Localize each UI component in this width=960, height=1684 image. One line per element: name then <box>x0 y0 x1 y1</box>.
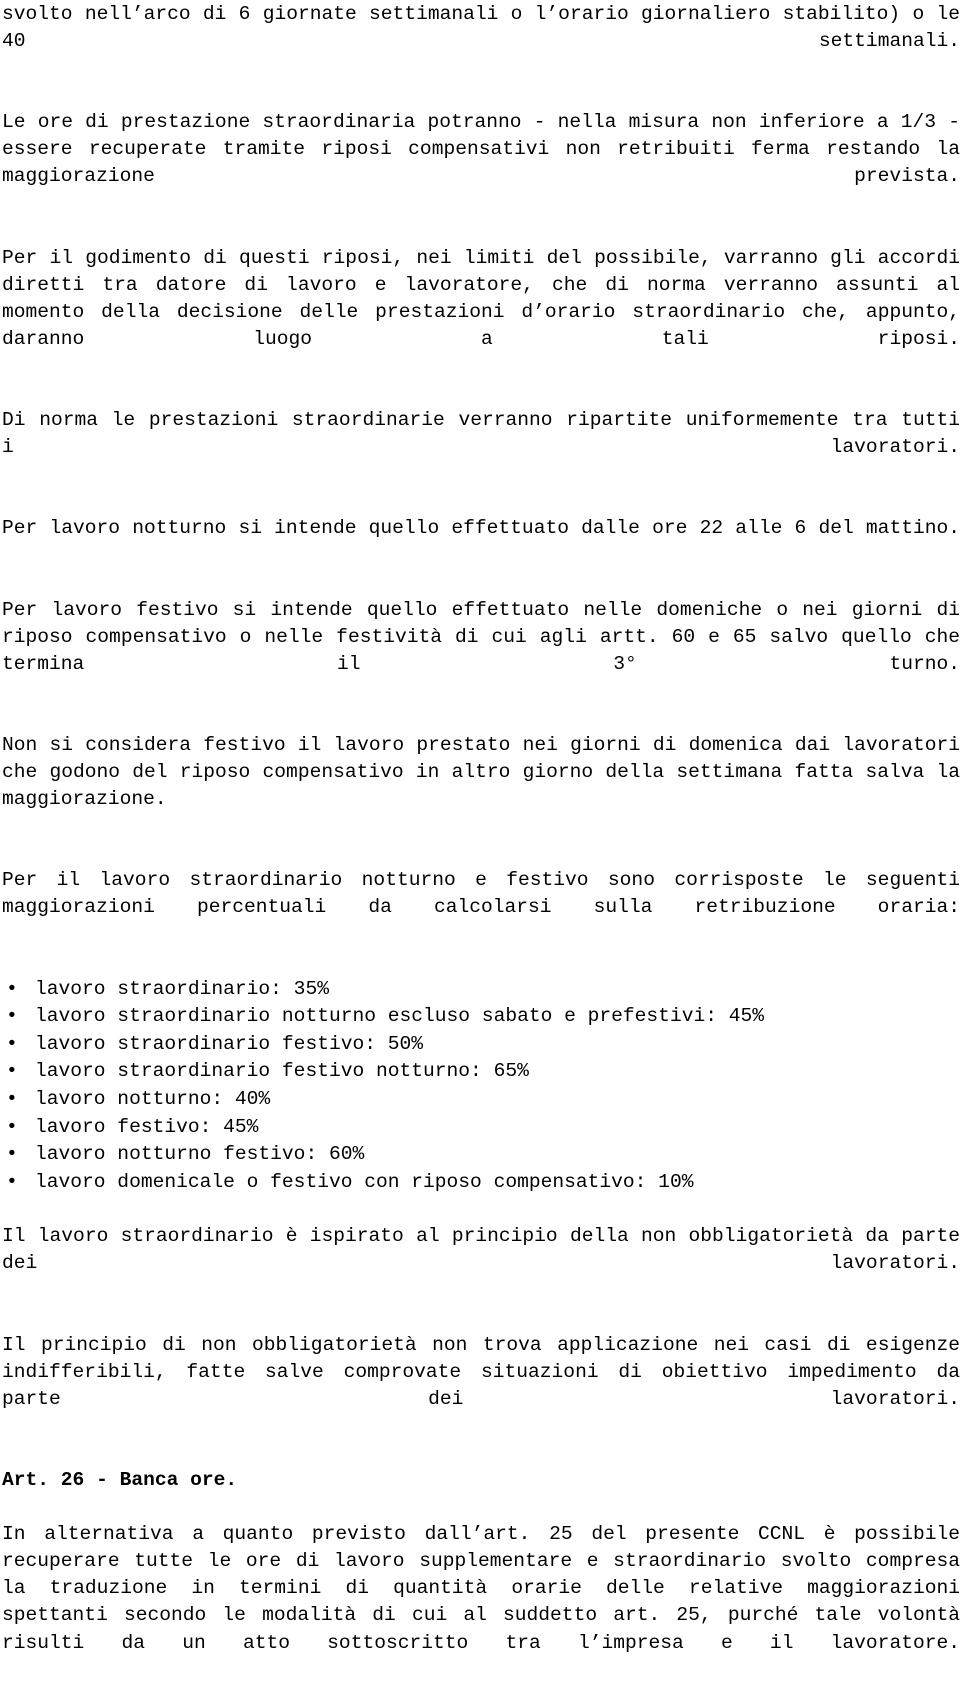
paragraph-ore-straordinarie-recupero: Le ore di prestazione straordinaria potr… <box>2 111 960 188</box>
paragraph-esclusione-festivo-domenica: Non si considera festivo il lavoro prest… <box>2 733 960 811</box>
paragraph-ripartizione-uniforme: Di norma le prestazioni straordinarie ve… <box>2 409 960 459</box>
paragraph-godimento-riposi: Per il godimento di questi riposi, nei l… <box>2 246 960 350</box>
list-item-label: lavoro notturno festivo: 60% <box>35 1143 365 1166</box>
list-item-label: lavoro straordinario festivo notturno: 6… <box>35 1060 529 1083</box>
paragraph-non-obbligatorieta: Il lavoro straordinario è ispirato al pr… <box>2 1225 960 1275</box>
list-item-label: lavoro domenicale o festivo con riposo c… <box>35 1170 694 1193</box>
heading-spacer <box>2 1440 960 1467</box>
bullet-icon: • <box>6 1143 18 1166</box>
bullet-icon: • <box>6 1088 18 1110</box>
list-item-label: lavoro straordinario: 35% <box>35 977 329 1000</box>
list-item: • lavoro straordinario notturno escluso s… <box>2 1003 960 1031</box>
paragraph-orario-settimanale: svolto nell’arco di 6 giornate settimana… <box>2 3 960 53</box>
bullet-icon: • <box>6 1170 18 1193</box>
list-item-label: lavoro straordinario notturno escluso sa… <box>35 1005 765 1028</box>
bullet-icon: • <box>6 977 18 1000</box>
list-item: • lavoro festivo: 45% <box>2 1114 960 1142</box>
list-item: • lavoro straordinario: 35% <box>2 976 960 1004</box>
paragraph-banca-ore-alternativa: In alternativa a quanto previsto dall’ar… <box>2 1523 960 1654</box>
paragraph-maggiorazioni-intro: Per il lavoro straordinario notturno e f… <box>2 869 960 919</box>
document-page: svolto nell’arco di 6 giornate settimana… <box>0 0 960 1684</box>
bullet-icon: • <box>6 1032 18 1055</box>
document-body: svolto nell’arco di 6 giornate settimana… <box>0 0 960 1684</box>
paragraph-definizione-lavoro-festivo: Per lavoro festivo si intende quello eff… <box>2 598 960 675</box>
list-item-label: lavoro straordinario festivo: 50% <box>35 1032 424 1055</box>
paragraph-eccezioni-non-obbligatorieta: Il principio di non obbligatorietà non t… <box>2 1333 960 1410</box>
paragraph-definizione-lavoro-notturno: Per lavoro notturno si intende quello ef… <box>2 517 960 540</box>
list-item-label: lavoro notturno: 40% <box>35 1088 271 1110</box>
list-item: • lavoro straordinario festivo: 50% <box>2 1031 960 1059</box>
list-item-label: lavoro festivo: 45% <box>35 1115 259 1138</box>
list-item: • lavoro notturno: 40% <box>2 1086 960 1114</box>
list-item: • lavoro domenicale o festivo con riposo … <box>2 1169 960 1197</box>
list-item: • lavoro notturno festivo: 60% <box>2 1141 960 1169</box>
bullet-icon: • <box>6 1005 18 1028</box>
bullet-icon: • <box>6 1060 18 1083</box>
list-item: • lavoro straordinario festivo notturno: … <box>2 1058 960 1086</box>
heading-art-26-banca-ore: Art. 26 - Banca ore. <box>2 1469 238 1492</box>
list-maggiorazioni-percentuali: • lavoro straordinario: 35% • lavoro strao… <box>2 976 960 1197</box>
bullet-icon: • <box>6 1115 18 1138</box>
